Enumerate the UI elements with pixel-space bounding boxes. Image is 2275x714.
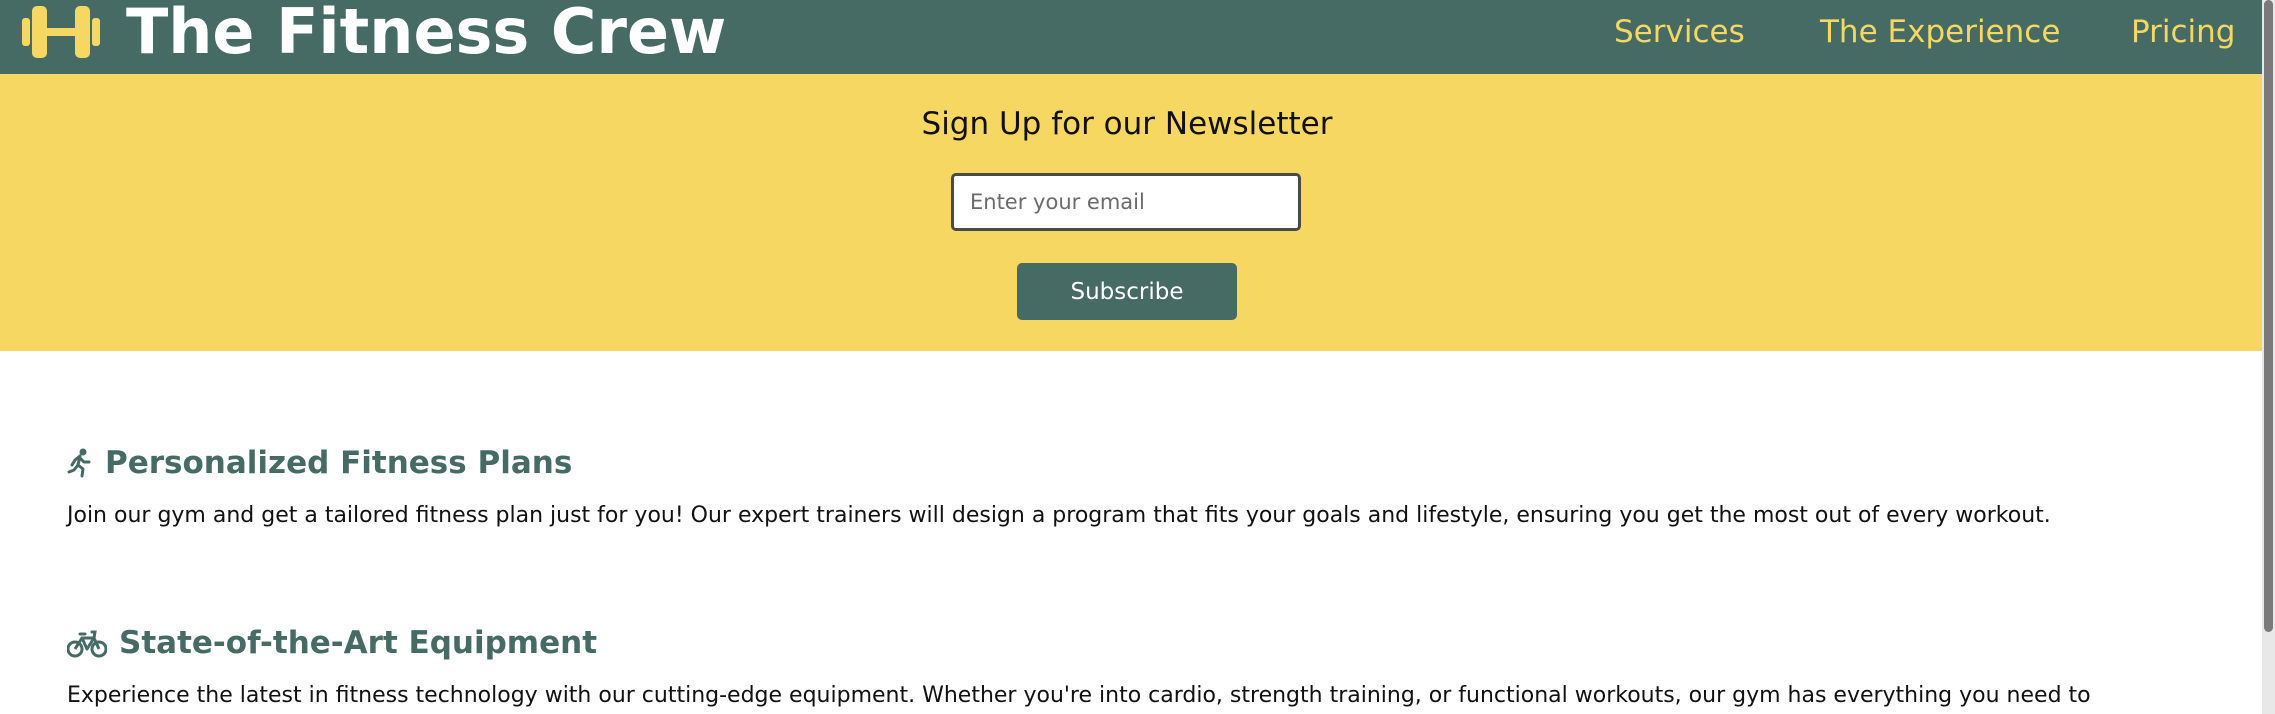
nav-link-the-experience[interactable]: The Experience [1820,12,2060,52]
nav-link-pricing[interactable]: Pricing [2131,12,2236,52]
running-person-icon [67,448,93,478]
feature-description: Join our gym and get a tailored fitness … [67,503,2051,528]
dumbbell-icon[interactable] [22,4,100,60]
feature-title: State-of-the-Art Equipment [119,625,598,661]
vertical-scrollbar[interactable] [2262,0,2275,714]
feature-title: Personalized Fitness Plans [105,445,573,481]
newsletter-title: Sign Up for our Newsletter [921,106,1333,142]
email-input[interactable] [951,173,1301,231]
feature-heading-personalized-plans: Personalized Fitness Plans [67,443,572,483]
nav-link-services[interactable]: Services [1614,12,1745,52]
page: The Fitness Crew Services The Experience… [0,0,2275,714]
page-content: The Fitness Crew Services The Experience… [0,0,2262,714]
bicycle-icon [67,628,107,658]
feature-description: Experience the latest in fitness technol… [67,683,2091,708]
site-header: The Fitness Crew Services The Experience… [0,0,2262,74]
subscribe-button[interactable]: Subscribe [1017,263,1237,320]
newsletter-section: Sign Up for our Newsletter Subscribe [0,74,2262,351]
scrollbar-thumb[interactable] [2264,0,2273,632]
site-title: The Fitness Crew [126,0,727,68]
feature-heading-equipment: State-of-the-Art Equipment [67,623,597,663]
